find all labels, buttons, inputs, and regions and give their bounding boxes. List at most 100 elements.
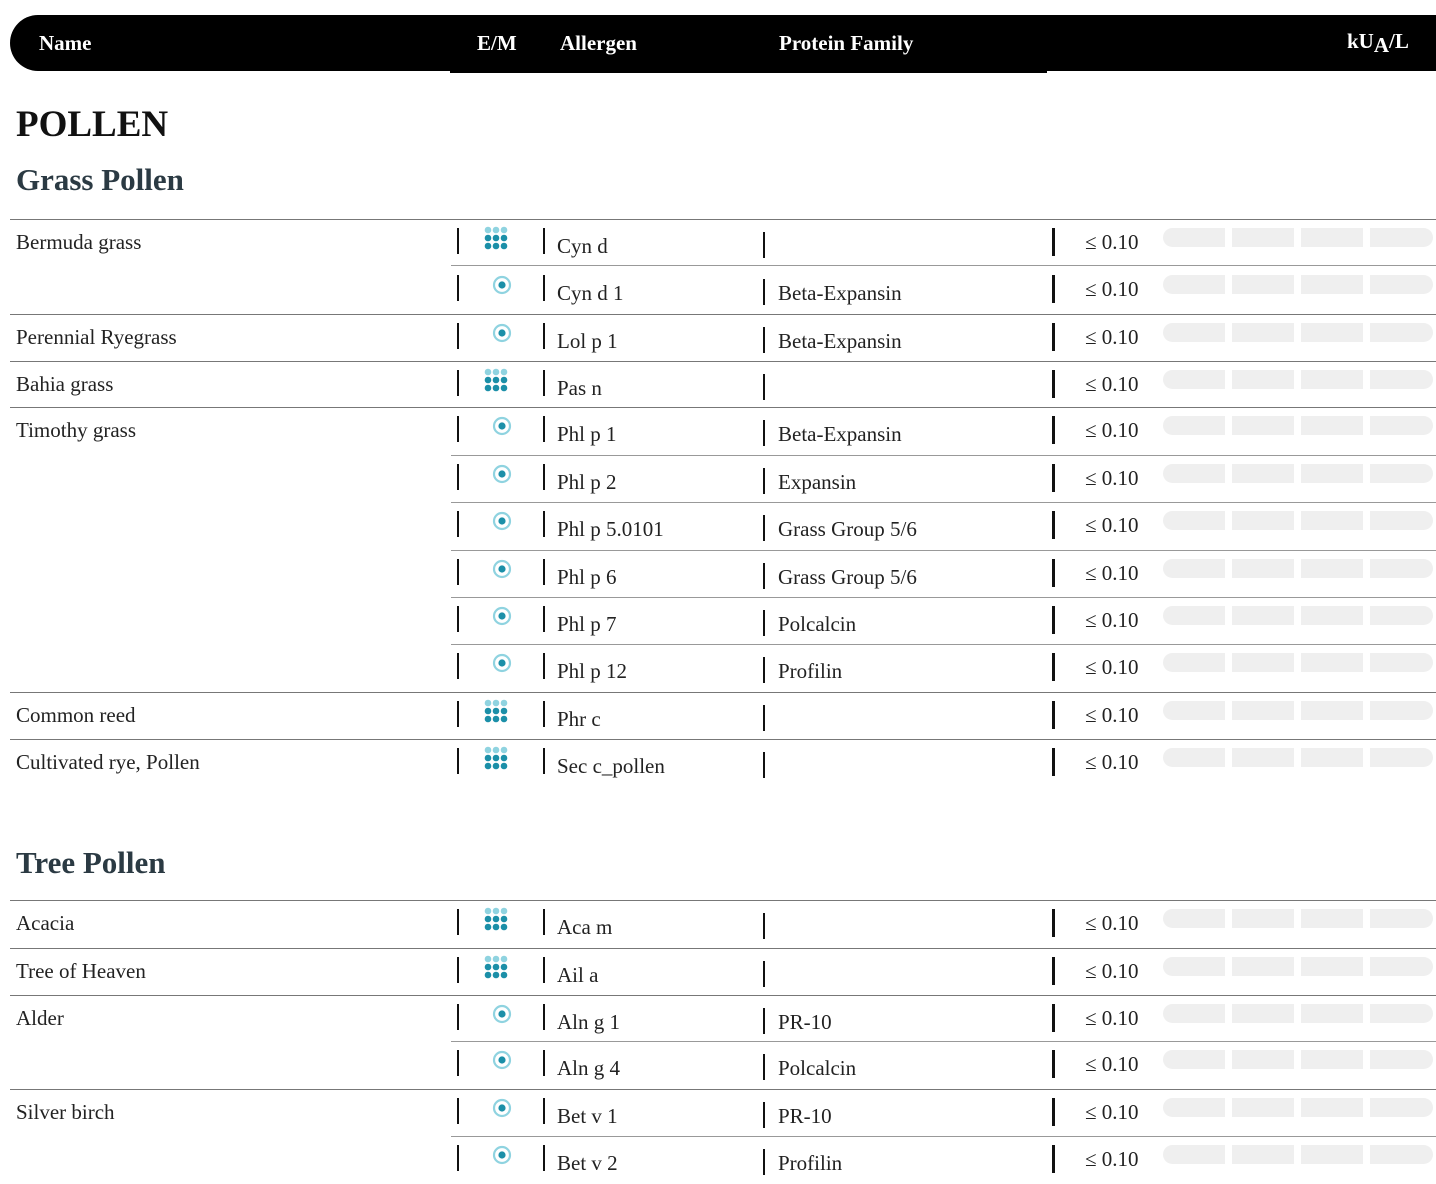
- scale-segment: [1232, 909, 1294, 928]
- scale-segment: [1232, 323, 1294, 342]
- column-separator: [763, 1149, 765, 1175]
- column-separator: [763, 279, 765, 305]
- allergen-code: Bet v 2: [557, 1151, 618, 1175]
- result-scale: [1163, 957, 1435, 976]
- molecule-target-icon: [483, 461, 519, 497]
- column-separator: [457, 1145, 459, 1171]
- scale-segment: [1370, 957, 1433, 976]
- scale-segment: [1163, 370, 1225, 389]
- allergen-source-name: Acacia: [16, 911, 75, 935]
- column-separator: [763, 327, 765, 353]
- column-separator: [763, 610, 765, 636]
- header-name: Name: [39, 31, 92, 55]
- column-separator: [543, 464, 545, 490]
- column-separator: [457, 1098, 459, 1124]
- allergen-code: Pas n: [557, 376, 602, 400]
- result-scale: [1163, 701, 1435, 720]
- molecule-target-icon: [483, 272, 519, 308]
- column-separator: [457, 1050, 459, 1076]
- scale-segment: [1301, 1004, 1363, 1023]
- molecule-target-icon: [483, 650, 519, 686]
- result-scale: [1163, 370, 1435, 389]
- scale-segment: [1163, 416, 1225, 435]
- column-separator: [543, 323, 545, 349]
- result-scale: [1163, 606, 1435, 625]
- scale-segment: [1301, 606, 1363, 625]
- scale-segment: [1163, 275, 1225, 294]
- protein-family: Polcalcin: [778, 1056, 857, 1080]
- extract-dots-icon: [483, 225, 519, 261]
- table-row: Bermuda grass Cyn d ≤ 0.10: [0, 220, 1436, 267]
- column-separator: [1052, 1050, 1055, 1078]
- result-value: ≤ 0.10: [1085, 655, 1139, 679]
- header-unit-tail: /L: [1389, 29, 1409, 53]
- result-value: ≤ 0.10: [1085, 703, 1139, 727]
- scale-segment: [1232, 416, 1294, 435]
- column-separator: [543, 416, 545, 442]
- extract-dots-icon: [483, 745, 519, 781]
- column-separator: [763, 468, 765, 494]
- column-separator: [1052, 1145, 1055, 1173]
- allergen-source-name: Bermuda grass: [16, 230, 142, 254]
- molecule-target-icon: [483, 1001, 519, 1037]
- protein-family: Grass Group 5/6: [778, 565, 917, 589]
- scale-segment: [1232, 511, 1294, 530]
- column-separator: [457, 909, 459, 935]
- scale-segment: [1301, 1145, 1363, 1164]
- result-value: ≤ 0.10: [1085, 230, 1139, 254]
- column-separator: [763, 1008, 765, 1034]
- column-separator: [763, 961, 765, 987]
- table-row: Cyn d 1 Beta-Expansin ≤ 0.10: [0, 267, 1436, 314]
- column-separator: [457, 511, 459, 537]
- column-separator: [1052, 370, 1055, 398]
- scale-segment: [1301, 228, 1363, 247]
- scale-segment: [1370, 370, 1433, 389]
- result-scale: [1163, 559, 1435, 578]
- result-scale: [1163, 1004, 1435, 1023]
- result-scale: [1163, 416, 1435, 435]
- molecule-target-icon: [483, 1142, 519, 1178]
- result-scale: [1163, 909, 1435, 928]
- scale-segment: [1301, 323, 1363, 342]
- result-scale: [1163, 748, 1435, 767]
- result-scale: [1163, 323, 1435, 342]
- header-background-middle: [450, 15, 1047, 73]
- header-allergen: Allergen: [560, 31, 637, 55]
- allergen-code: Aln g 4: [557, 1056, 620, 1080]
- scale-segment: [1301, 511, 1363, 530]
- table-row: Phl p 7 Polcalcin ≤ 0.10: [0, 598, 1436, 645]
- result-scale: [1163, 511, 1435, 530]
- molecule-target-icon: [483, 1095, 519, 1131]
- allergen-code: Phl p 1: [557, 422, 617, 446]
- header-unit-sub: A: [1373, 33, 1390, 57]
- column-separator: [1052, 748, 1055, 776]
- column-separator: [543, 511, 545, 537]
- scale-segment: [1232, 464, 1294, 483]
- scale-segment: [1301, 370, 1363, 389]
- column-separator: [763, 913, 765, 939]
- scale-segment: [1232, 370, 1294, 389]
- group-title-tree: Tree Pollen: [16, 845, 166, 880]
- scale-segment: [1301, 653, 1363, 672]
- extract-dots-icon: [483, 954, 519, 990]
- result-value: ≤ 0.10: [1085, 277, 1139, 301]
- column-separator: [763, 563, 765, 589]
- result-scale: [1163, 464, 1435, 483]
- column-separator: [543, 957, 545, 983]
- table-row: Bahia grass Pas n ≤ 0.10: [0, 362, 1436, 409]
- header-unit: kUA/L: [1347, 29, 1409, 58]
- result-value: ≤ 0.10: [1085, 608, 1139, 632]
- column-separator: [543, 370, 545, 396]
- result-value: ≤ 0.10: [1085, 750, 1139, 774]
- scale-segment: [1301, 416, 1363, 435]
- scale-segment: [1163, 606, 1225, 625]
- section-title: POLLEN: [16, 104, 169, 145]
- allergen-source-name: Alder: [16, 1006, 64, 1030]
- column-separator: [1052, 559, 1055, 587]
- column-separator: [543, 909, 545, 935]
- column-separator: [763, 420, 765, 446]
- column-separator: [457, 748, 459, 774]
- column-separator: [543, 275, 545, 301]
- allergen-code: Sec c_pollen: [557, 754, 665, 778]
- molecule-target-icon: [483, 556, 519, 592]
